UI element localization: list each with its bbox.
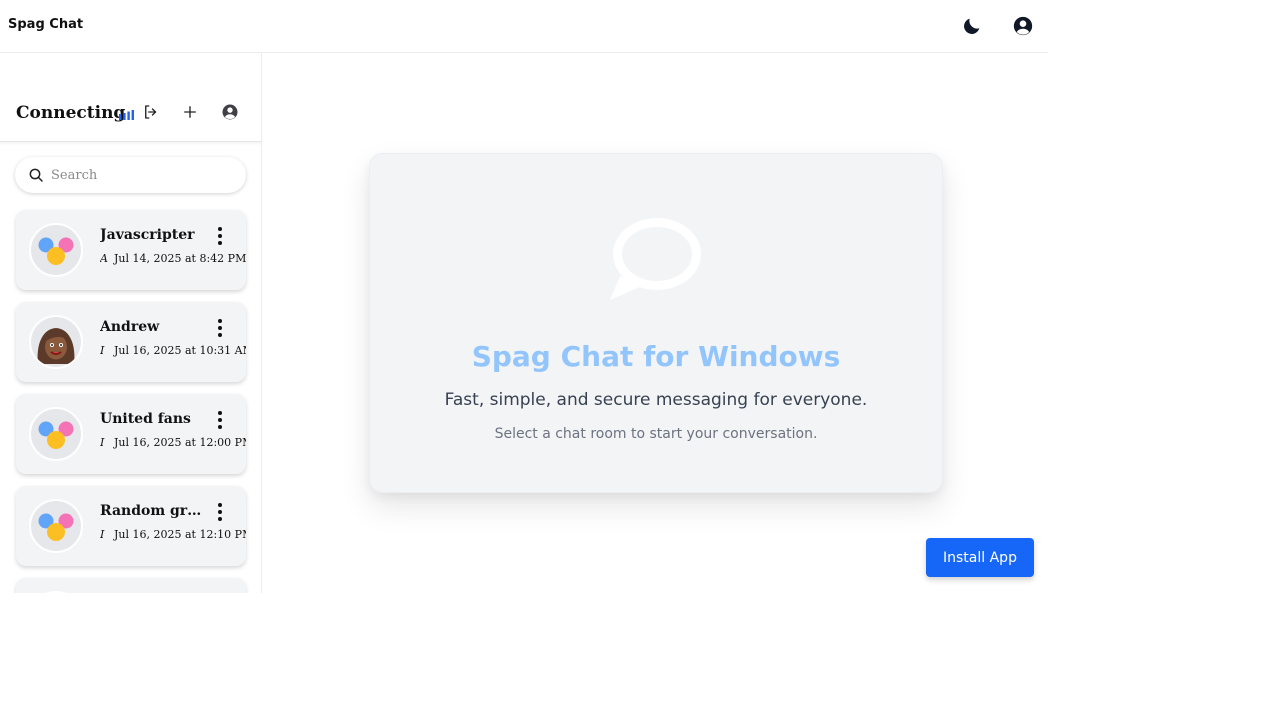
more-options-icon[interactable] — [212, 502, 228, 522]
room-name: Random gro… — [100, 503, 204, 519]
logout-icon[interactable] — [142, 103, 160, 121]
room-timestamp: Jul 16, 2025 at 12:10 PM — [114, 528, 246, 541]
room-name: Andrew — [100, 319, 160, 335]
moon-icon[interactable] — [961, 15, 983, 37]
app-title: Spag Chat — [8, 17, 84, 32]
last-message-preview: I — [100, 344, 105, 357]
search-box — [15, 157, 246, 193]
add-room-icon[interactable] — [181, 103, 199, 121]
welcome-title: Spag Chat for Windows — [471, 340, 841, 373]
room-timestamp: Jul 14, 2025 at 8:42 PM — [114, 252, 246, 265]
room-meta: I Jul 16, 2025 at 12:00 PM — [100, 436, 246, 449]
welcome-hint: Select a chat room to start your convers… — [494, 426, 818, 442]
install-app-button[interactable]: Install App — [926, 538, 1034, 577]
signal-bars-icon — [119, 107, 135, 120]
room-timestamp: Jul 16, 2025 at 12:00 PM — [114, 436, 246, 449]
more-options-icon[interactable] — [212, 410, 228, 430]
search-icon — [28, 167, 44, 183]
chat-sidebar: Connecting Javascripter A Jul 14, 2025 a… — [0, 53, 262, 593]
connection-status: Connecting — [16, 103, 126, 123]
room-item-andrew[interactable]: Andrew I Jul 16, 2025 at 10:31 AM — [16, 302, 246, 382]
more-options-icon[interactable] — [212, 318, 228, 338]
profile-icon[interactable] — [221, 103, 239, 121]
chat-bubble-icon — [608, 214, 706, 304]
group-avatar — [29, 499, 83, 553]
room-item-random-group[interactable]: Random gro… I Jul 16, 2025 at 12:10 PM — [16, 486, 246, 566]
room-meta: I Jul 16, 2025 at 12:10 PM — [100, 528, 246, 541]
group-avatar — [29, 223, 83, 277]
room-item-united-fans[interactable]: United fans I Jul 16, 2025 at 12:00 PM — [16, 394, 246, 474]
user-memoji-avatar — [29, 315, 83, 369]
room-name: Javascripter — [100, 227, 195, 243]
sidebar-header: Connecting — [0, 53, 261, 142]
room-item-partial[interactable] — [16, 578, 246, 593]
more-options-icon[interactable] — [212, 226, 228, 246]
top-bar: Spag Chat — [0, 0, 1048, 53]
last-message-preview: I — [100, 528, 105, 541]
user-circle-icon[interactable] — [1012, 15, 1034, 37]
room-meta: I Jul 16, 2025 at 10:31 AM — [100, 344, 246, 357]
welcome-subtitle: Fast, simple, and secure messaging for e… — [444, 390, 868, 410]
group-avatar — [29, 591, 83, 593]
group-avatar — [29, 407, 83, 461]
welcome-card: Spag Chat for Windows Fast, simple, and … — [369, 153, 943, 493]
last-message-preview: I — [100, 436, 105, 449]
search-input[interactable] — [51, 165, 236, 185]
room-name: United fans — [100, 411, 191, 427]
room-meta: A Jul 14, 2025 at 8:42 PM — [100, 252, 246, 265]
room-timestamp: Jul 16, 2025 at 10:31 AM — [114, 344, 246, 357]
last-message-preview: A — [100, 252, 108, 265]
room-item-javascripter[interactable]: Javascripter A Jul 14, 2025 at 8:42 PM — [16, 210, 246, 290]
